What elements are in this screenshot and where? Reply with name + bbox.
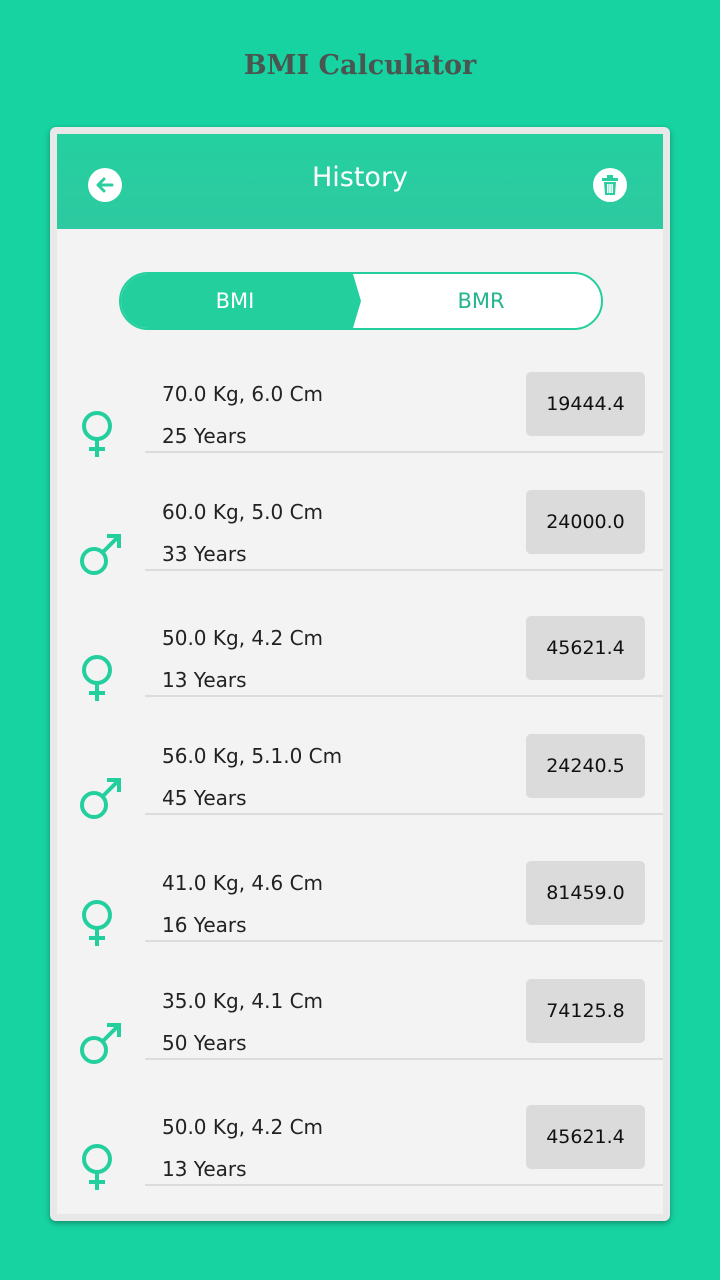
age-text: 50 Years xyxy=(162,1031,247,1055)
measurements-text: 50.0 Kg, 4.2 Cm xyxy=(162,626,324,650)
page-title: History xyxy=(311,162,409,193)
history-card: History BMI BMR 70.0 Kg, 6.0 Cm 25 Years 1… xyxy=(50,127,670,1221)
app-title: BMI Calculator xyxy=(243,50,477,81)
history-header: History xyxy=(57,134,663,229)
measurements-text: 41.0 Kg, 4.6 Cm xyxy=(162,871,324,895)
row-divider xyxy=(145,569,663,571)
result-value: 45621.4 xyxy=(526,616,645,680)
age-text: 13 Years xyxy=(162,1157,247,1181)
row-divider xyxy=(145,813,663,815)
history-row[interactable]: 56.0 Kg, 5.1.0 Cm 45 Years 24240.5 xyxy=(57,734,663,854)
age-text: 25 Years xyxy=(162,424,247,448)
tab-bmr[interactable]: BMR xyxy=(361,274,601,328)
result-value: 24240.5 xyxy=(526,734,645,798)
measurements-text: 50.0 Kg, 4.2 Cm xyxy=(162,1115,324,1139)
tab-bmi[interactable]: BMI xyxy=(121,274,361,328)
measurements-text: 35.0 Kg, 4.1 Cm xyxy=(162,989,324,1013)
result-value: 81459.0 xyxy=(526,861,645,925)
history-row[interactable]: 60.0 Kg, 5.0 Cm 33 Years 24000.0 xyxy=(57,490,663,610)
measurements-text: 70.0 Kg, 6.0 Cm xyxy=(162,382,324,406)
male-icon xyxy=(77,523,127,583)
bmi-bmr-toggle: BMI BMR xyxy=(119,272,603,330)
history-row[interactable]: 70.0 Kg, 6.0 Cm 25 Years 19444.4 xyxy=(57,372,663,492)
history-panel: History BMI BMR 70.0 Kg, 6.0 Cm 25 Years 1… xyxy=(57,134,663,1214)
female-icon xyxy=(77,1138,127,1198)
history-row[interactable]: 35.0 Kg, 4.1 Cm 50 Years 74125.8 xyxy=(57,979,663,1099)
result-value: 19444.4 xyxy=(526,372,645,436)
history-row[interactable]: 41.0 Kg, 4.6 Cm 16 Years 81459.0 xyxy=(57,861,663,981)
male-icon xyxy=(77,767,127,827)
age-text: 45 Years xyxy=(162,786,247,810)
row-divider xyxy=(145,451,663,453)
row-divider xyxy=(145,1184,663,1186)
measurements-text: 60.0 Kg, 5.0 Cm xyxy=(162,500,324,524)
male-icon xyxy=(77,1012,127,1072)
measurements-text: 56.0 Kg, 5.1.0 Cm xyxy=(162,744,343,768)
result-value: 74125.8 xyxy=(526,979,645,1043)
age-text: 33 Years xyxy=(162,542,247,566)
row-divider xyxy=(145,940,663,942)
row-divider xyxy=(145,1058,663,1060)
age-text: 16 Years xyxy=(162,913,247,937)
female-icon xyxy=(77,405,127,465)
result-value: 24000.0 xyxy=(526,490,645,554)
female-icon xyxy=(77,649,127,709)
trash-icon xyxy=(602,175,618,195)
result-value: 45621.4 xyxy=(526,1105,645,1169)
age-text: 13 Years xyxy=(162,668,247,692)
history-row[interactable]: 50.0 Kg, 4.2 Cm 13 Years 45621.4 xyxy=(57,1105,663,1214)
row-divider xyxy=(145,695,663,697)
history-row[interactable]: 50.0 Kg, 4.2 Cm 13 Years 45621.4 xyxy=(57,616,663,736)
delete-history-button[interactable] xyxy=(593,168,627,202)
female-icon xyxy=(77,894,127,954)
